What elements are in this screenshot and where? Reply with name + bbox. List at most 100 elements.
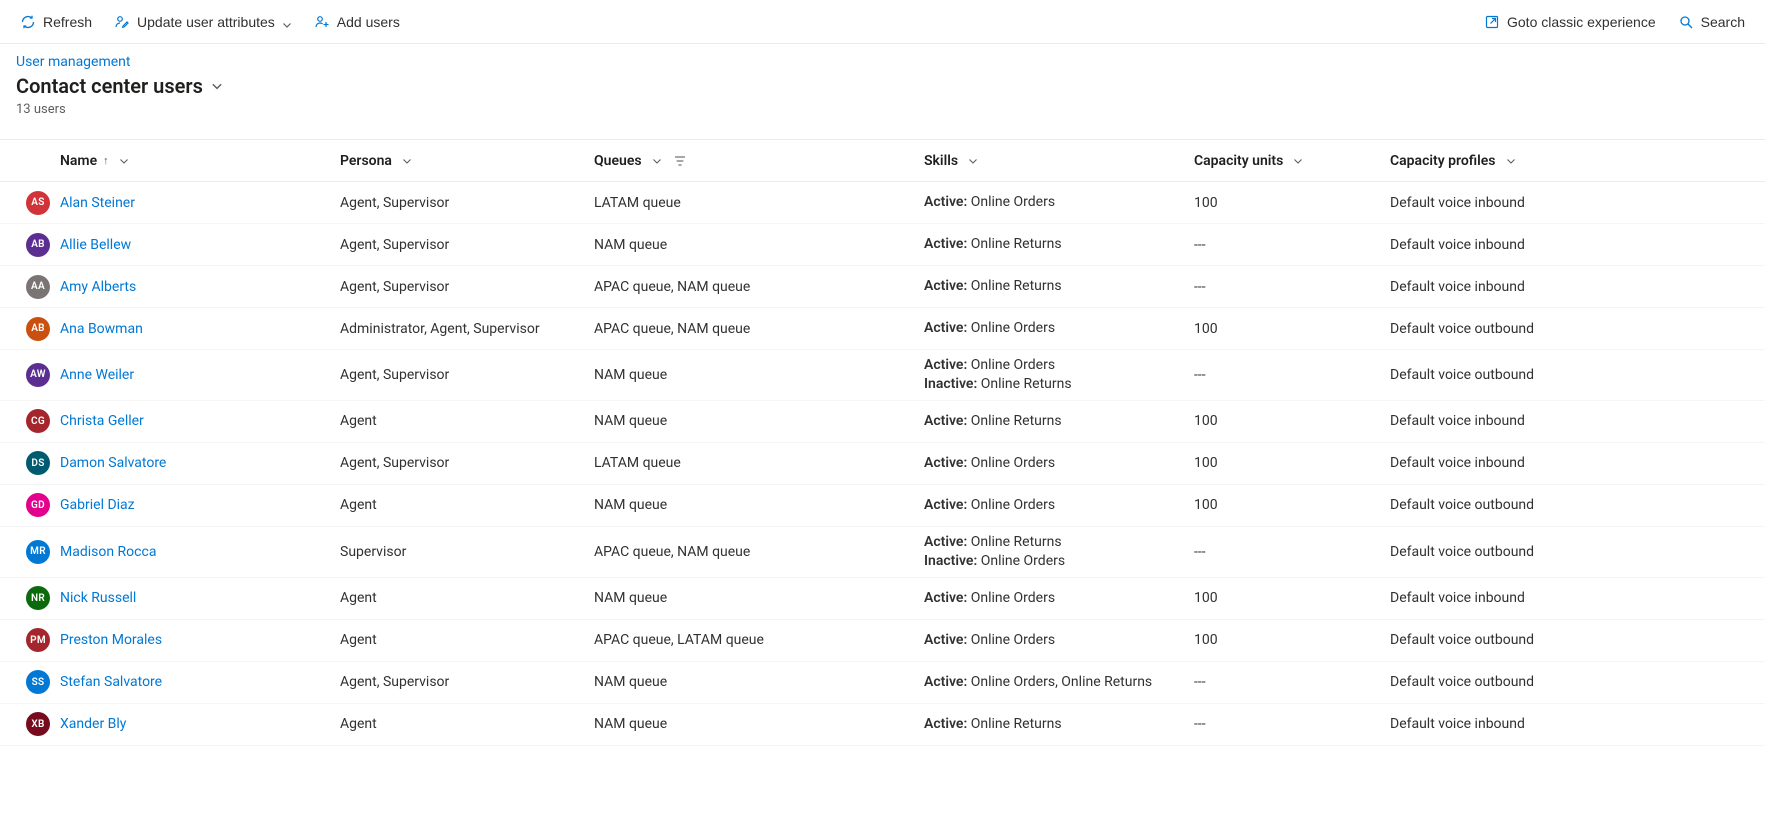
user-name-link[interactable]: Anne Weiler [60, 367, 134, 383]
refresh-icon [20, 14, 36, 30]
user-name-link[interactable]: Gabriel Diaz [60, 497, 135, 513]
table-row[interactable]: AAAmy AlbertsAgent, SupervisorAPAC queue… [0, 266, 1765, 308]
user-name-link[interactable]: Christa Geller [60, 413, 144, 429]
name-cell: Damon Salvatore [56, 455, 336, 471]
capacity-units-cell: 100 [1190, 497, 1386, 513]
breadcrumb-parent-link[interactable]: User management [16, 54, 130, 70]
table-row[interactable]: ASAlan SteinerAgent, SupervisorLATAM que… [0, 182, 1765, 224]
table-row[interactable]: NRNick RussellAgentNAM queueActive: Onli… [0, 578, 1765, 620]
table-row[interactable]: SSStefan SalvatoreAgent, SupervisorNAM q… [0, 662, 1765, 704]
queues-cell: NAM queue [590, 716, 920, 732]
header-capacity-units[interactable]: Capacity units [1190, 153, 1386, 169]
skill-active-label: Active: [924, 357, 967, 373]
chevron-down-icon[interactable] [1293, 156, 1303, 166]
chevron-down-icon[interactable] [652, 156, 662, 166]
user-name-link[interactable]: Damon Salvatore [60, 455, 166, 471]
skill-active-label: Active: [924, 497, 967, 513]
search-button[interactable]: Search [1670, 6, 1753, 38]
queues-cell: NAM queue [590, 590, 920, 606]
user-name-link[interactable]: Nick Russell [60, 590, 136, 606]
user-name-link[interactable]: Xander Bly [60, 716, 126, 732]
chevron-down-icon[interactable] [119, 156, 129, 166]
table-row[interactable]: XBXander BlyAgentNAM queueActive: Online… [0, 704, 1765, 746]
skill-inactive-label: Inactive: [924, 376, 977, 392]
table-row[interactable]: DSDamon SalvatoreAgent, SupervisorLATAM … [0, 443, 1765, 485]
user-name-link[interactable]: Ana Bowman [60, 321, 143, 337]
capacity-units-cell: 100 [1190, 455, 1386, 471]
queues-cell: LATAM queue [590, 455, 920, 471]
table-header-row: Name ↑ Persona Queues Skills Capacity un… [0, 140, 1765, 182]
persona-cell: Agent [336, 497, 590, 513]
table-row[interactable]: ABAllie BellewAgent, SupervisorNAM queue… [0, 224, 1765, 266]
user-name-link[interactable]: Allie Bellew [60, 237, 131, 253]
capacity-profiles-cell: Default voice inbound [1386, 590, 1765, 606]
capacity-units-cell: --- [1190, 674, 1386, 690]
table-row[interactable]: MRMadison RoccaSupervisorAPAC queue, NAM… [0, 527, 1765, 578]
avatar: SS [26, 670, 50, 694]
avatar-cell: MR [0, 540, 56, 564]
skills-cell: Active: Online Orders [920, 193, 1190, 212]
title-dropdown-icon[interactable] [211, 80, 223, 92]
name-cell: Xander Bly [56, 716, 336, 732]
skills-cell: Active: Online Orders [920, 589, 1190, 608]
skill-value: Online Returns [967, 534, 1061, 550]
avatar: GD [26, 493, 50, 517]
capacity-profiles-cell: Default voice inbound [1386, 237, 1765, 253]
user-name-link[interactable]: Preston Morales [60, 632, 162, 648]
queues-cell: APAC queue, NAM queue [590, 544, 920, 560]
capacity-units-cell: --- [1190, 367, 1386, 383]
user-name-link[interactable]: Madison Rocca [60, 544, 156, 560]
title-row: Contact center users [16, 74, 1749, 98]
header-persona[interactable]: Persona [336, 153, 590, 169]
persona-cell: Agent [336, 716, 590, 732]
header-queues-label: Queues [594, 153, 642, 169]
skill-active-label: Active: [924, 278, 967, 294]
avatar: CG [26, 409, 50, 433]
header-skills-label: Skills [924, 153, 958, 169]
queues-cell: APAC queue, NAM queue [590, 279, 920, 295]
table-row[interactable]: PMPreston MoralesAgentAPAC queue, LATAM … [0, 620, 1765, 662]
persona-cell: Agent [336, 413, 590, 429]
table-row[interactable]: ABAna BowmanAdministrator, Agent, Superv… [0, 308, 1765, 350]
skill-line: Inactive: Online Orders [924, 552, 1186, 571]
chevron-down-icon[interactable] [968, 156, 978, 166]
skill-line: Active: Online Orders [924, 319, 1186, 338]
queues-cell: NAM queue [590, 367, 920, 383]
chevron-down-icon[interactable] [1506, 156, 1516, 166]
chevron-down-icon[interactable] [402, 156, 412, 166]
avatar: AB [26, 317, 50, 341]
command-bar-left: Refresh Update user attributes Add users [12, 6, 408, 38]
avatar-cell: XB [0, 712, 56, 736]
goto-classic-button[interactable]: Goto classic experience [1476, 6, 1664, 38]
capacity-profiles-cell: Default voice outbound [1386, 497, 1765, 513]
avatar: NR [26, 586, 50, 610]
filter-icon[interactable] [674, 155, 686, 167]
table-row[interactable]: CGChrista GellerAgentNAM queueActive: On… [0, 401, 1765, 443]
queues-cell: NAM queue [590, 237, 920, 253]
user-name-link[interactable]: Stefan Salvatore [60, 674, 162, 690]
add-users-button[interactable]: Add users [306, 6, 408, 38]
skill-line: Active: Online Orders [924, 496, 1186, 515]
refresh-label: Refresh [43, 14, 92, 30]
refresh-button[interactable]: Refresh [12, 6, 100, 38]
user-name-link[interactable]: Amy Alberts [60, 279, 136, 295]
header-capacity-profiles[interactable]: Capacity profiles [1386, 153, 1765, 169]
user-name-link[interactable]: Alan Steiner [60, 195, 135, 211]
header-skills[interactable]: Skills [920, 153, 1190, 169]
table-row[interactable]: AWAnne WeilerAgent, SupervisorNAM queueA… [0, 350, 1765, 401]
header-name[interactable]: Name ↑ [56, 153, 336, 169]
capacity-profiles-cell: Default voice outbound [1386, 544, 1765, 560]
capacity-units-cell: 100 [1190, 195, 1386, 211]
skill-active-label: Active: [924, 716, 967, 732]
capacity-units-cell: --- [1190, 279, 1386, 295]
skill-active-label: Active: [924, 632, 967, 648]
queues-cell: NAM queue [590, 413, 920, 429]
skill-value: Online Orders, Online Returns [967, 674, 1152, 690]
header-queues[interactable]: Queues [590, 153, 920, 169]
avatar-cell: SS [0, 670, 56, 694]
update-user-attributes-button[interactable]: Update user attributes [106, 6, 300, 38]
skills-cell: Active: Online Returns [920, 235, 1190, 254]
header-name-label: Name [60, 153, 97, 169]
skill-inactive-label: Inactive: [924, 553, 977, 569]
table-row[interactable]: GDGabriel DiazAgentNAM queueActive: Onli… [0, 485, 1765, 527]
